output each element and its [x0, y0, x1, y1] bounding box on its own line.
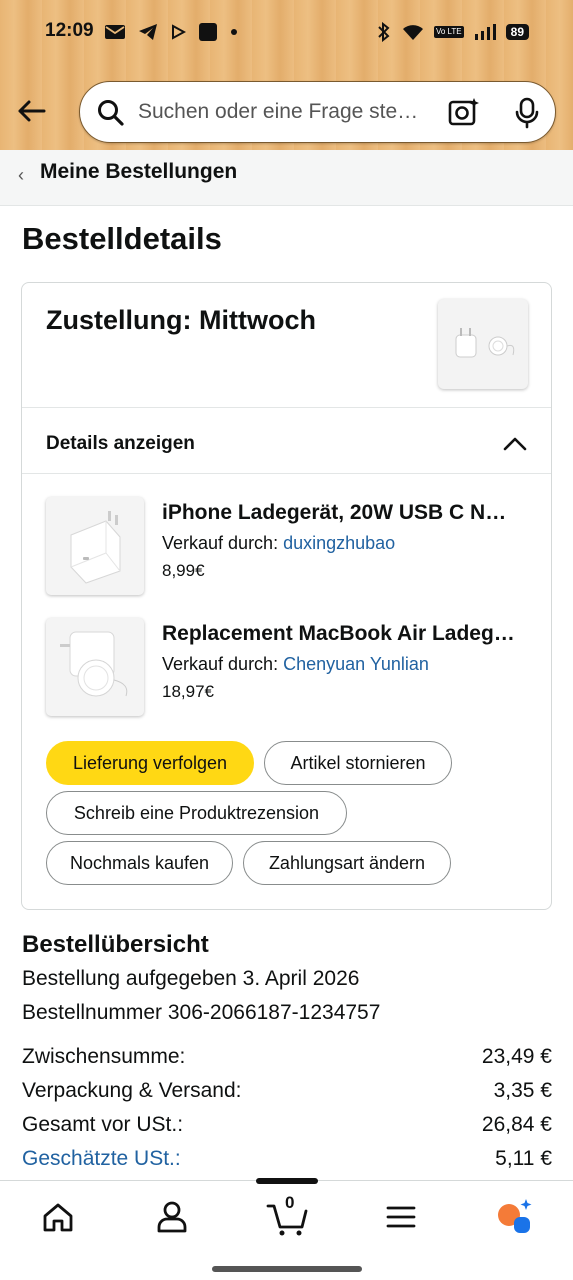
- menu-icon[interactable]: [381, 1197, 421, 1237]
- seller-prefix: Verkauf durch:: [162, 654, 284, 674]
- order-item[interactable]: iPhone Ladegerät, 20W USB C N… Verkauf d…: [46, 497, 536, 599]
- signal-icon: [474, 24, 496, 40]
- cost-row-subtotal: Zwischensumme: 23,49 €: [22, 1045, 552, 1073]
- cost-label: Gesamt vor USt.:: [22, 1113, 184, 1136]
- app-header: 12:09 Vo LTE 89 Suchen oder eine Frage s…: [0, 0, 573, 150]
- item-price: 18,97€: [162, 682, 214, 701]
- cost-row-shipping: Verpackung & Versand: 3,35 €: [22, 1079, 552, 1107]
- chevron-left-icon: ‹: [18, 165, 24, 185]
- item-title[interactable]: iPhone Ladegerät, 20W USB C N…: [162, 501, 532, 525]
- search-input[interactable]: Suchen oder eine Frage ste…: [138, 100, 438, 124]
- cost-label: Zwischensumme:: [22, 1045, 186, 1068]
- usb-c-charger-image-icon: [70, 511, 121, 584]
- cost-value: 3,35 €: [493, 1079, 552, 1102]
- active-tab-indicator: [256, 1178, 318, 1184]
- cost-value: 26,84 €: [481, 1113, 552, 1136]
- chevron-up-icon[interactable]: [502, 431, 528, 457]
- wifi-icon: [402, 25, 423, 40]
- dot-icon: [231, 29, 237, 35]
- account-icon[interactable]: [152, 1197, 192, 1237]
- seller-link[interactable]: Chenyuan Yunlian: [283, 654, 429, 674]
- summary-title: Bestellübersicht: [22, 931, 209, 958]
- search-icon: [98, 100, 124, 126]
- rufus-assistant-icon[interactable]: [494, 1197, 534, 1237]
- cost-value: 23,49 €: [481, 1045, 552, 1068]
- cart-count: 0: [285, 1193, 295, 1212]
- details-toggle[interactable]: Details anzeigen: [46, 433, 195, 455]
- microphone-icon[interactable]: [512, 96, 542, 130]
- status-system-icons: Vo LTE 89: [376, 22, 529, 42]
- seller-link[interactable]: duxingzhubao: [283, 533, 395, 553]
- item-seller: Verkauf durch: duxingzhubao: [162, 533, 395, 554]
- play-icon: [172, 24, 186, 40]
- status-notification-icons: [104, 22, 238, 42]
- item-seller: Verkauf durch: Chenyuan Yunlian: [162, 654, 429, 675]
- item-price: 8,99€: [162, 561, 205, 580]
- breadcrumb-label[interactable]: Meine Bestellungen: [40, 160, 237, 184]
- delivery-product-thumbnail[interactable]: [438, 299, 528, 389]
- app-square-icon: [199, 23, 217, 41]
- cost-row-estimated-tax: Geschätzte USt.: 5,11 €: [22, 1147, 552, 1175]
- page-title: Bestelldetails: [22, 221, 222, 256]
- order-number: Bestellnummer 306-2066187-1234757: [22, 1001, 381, 1024]
- cancel-item-button[interactable]: Artikel stornieren: [264, 741, 452, 785]
- delivery-card: Zustellung: Mittwoch Details anzeigen iP…: [21, 282, 552, 910]
- breadcrumb[interactable]: ‹ Meine Bestellungen: [0, 150, 573, 206]
- status-time: 12:09: [45, 20, 94, 41]
- camera-lens-icon[interactable]: [447, 96, 481, 130]
- cart-button[interactable]: 0: [266, 1193, 310, 1237]
- gesture-home-bar[interactable]: [212, 1266, 362, 1272]
- charger-image-icon: [455, 328, 515, 358]
- order-date: Bestellung aufgegeben 3. April 2026: [22, 967, 360, 990]
- write-review-button[interactable]: Schreib eine Produktrezension: [46, 791, 347, 835]
- search-bar[interactable]: Suchen oder eine Frage ste…: [79, 81, 556, 143]
- lte-icon: Vo LTE: [433, 26, 464, 38]
- estimated-tax-link[interactable]: Geschätzte USt.:: [22, 1147, 181, 1171]
- divider: [22, 473, 551, 474]
- item-thumbnail[interactable]: [46, 497, 144, 595]
- track-delivery-button[interactable]: Lieferung verfolgen: [46, 741, 254, 785]
- change-payment-button[interactable]: Zahlungsart ändern: [243, 841, 451, 885]
- battery-icon: 89: [505, 24, 529, 40]
- seller-prefix: Verkauf durch:: [162, 533, 284, 553]
- buy-again-button[interactable]: Nochmals kaufen: [46, 841, 233, 885]
- mail-icon: [105, 25, 125, 39]
- item-title[interactable]: Replacement MacBook Air Ladeg…: [162, 622, 532, 646]
- bottom-navigation: 0: [0, 1178, 573, 1280]
- home-icon[interactable]: [38, 1197, 78, 1237]
- macbook-charger-image-icon: [60, 631, 128, 697]
- cost-row-total-before-tax: Gesamt vor USt.: 26,84 €: [22, 1113, 552, 1141]
- delivery-title: Zustellung: Mittwoch: [46, 305, 316, 335]
- telegram-icon: [139, 24, 157, 40]
- bluetooth-icon: [378, 22, 390, 42]
- cost-label: Verpackung & Versand:: [22, 1079, 242, 1102]
- item-thumbnail[interactable]: [46, 618, 144, 716]
- cost-value: 5,11 €: [495, 1147, 552, 1170]
- order-item[interactable]: Replacement MacBook Air Ladeg… Verkauf d…: [46, 618, 536, 720]
- divider: [22, 407, 551, 408]
- status-bar: 12:09 Vo LTE 89: [0, 0, 573, 66]
- back-arrow-icon[interactable]: [14, 93, 50, 129]
